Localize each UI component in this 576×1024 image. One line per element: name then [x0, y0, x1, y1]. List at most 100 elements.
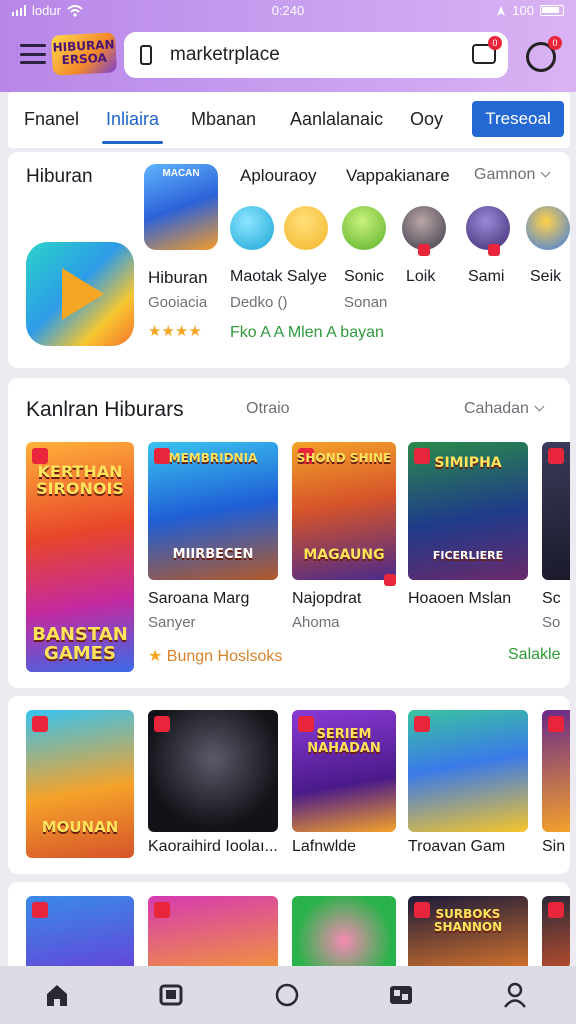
rating-link[interactable]: ★ Bungn Hoslsoks: [148, 646, 282, 666]
app-icon-partial[interactable]: [526, 206, 570, 250]
game-sub: Ahoma: [292, 614, 340, 631]
phone-icon: [140, 45, 152, 65]
tile-caption: MEMBRIDNIA: [168, 451, 258, 465]
app-sub: Gooiacia: [148, 294, 208, 311]
app-icon-monster[interactable]: [466, 206, 510, 250]
section-title: Hiburan: [26, 166, 93, 187]
rating-stars: ★★★★: [148, 323, 202, 340]
app-name[interactable]: Loik: [406, 268, 435, 286]
game-tile[interactable]: [148, 896, 278, 972]
game-tile[interactable]: [26, 896, 134, 972]
tile-caption: MIIRBECEN: [172, 547, 254, 562]
filter-dropdown[interactable]: Gamnon: [474, 166, 551, 184]
game-tile[interactable]: SURBOKS SHANNON: [408, 896, 528, 972]
featured-game-icon[interactable]: MACAN: [144, 164, 218, 250]
battery-percent: 100: [512, 3, 534, 18]
tile-badge: [548, 448, 564, 464]
profile-icon[interactable]: [502, 982, 528, 1008]
games-icon[interactable]: [388, 982, 414, 1008]
tab-1[interactable]: Fnanel: [24, 109, 79, 130]
heading-2: Aplouraoy: [240, 166, 317, 185]
more-link[interactable]: Salakle: [508, 646, 560, 664]
game-tile[interactable]: SERIEM NAHADAN: [292, 710, 396, 832]
search-input[interactable]: marketrplace: [170, 44, 280, 66]
tile-caption: BANSTAN GAMES: [32, 624, 128, 664]
tile-caption: FICERLIERE: [432, 549, 504, 562]
tile-caption: SHOND SHINE: [296, 451, 392, 465]
filter-dropdown[interactable]: Cahadan: [464, 400, 545, 418]
tile-badge: [548, 902, 564, 918]
circle-icon[interactable]: [274, 982, 300, 1008]
tab-3[interactable]: Mbanan: [191, 109, 256, 130]
location-icon: [497, 5, 506, 16]
game-name[interactable]: Hoaoen Mslan: [408, 590, 511, 608]
game-tile[interactable]: MOUNAN: [26, 710, 134, 858]
rating-label: Bungn Hoslsoks: [166, 648, 283, 665]
search-bar[interactable]: marketrplace 0: [124, 32, 508, 78]
game-tile[interactable]: KERTHAN SIRONOIS BANSTAN GAMES: [26, 442, 134, 672]
library-icon[interactable]: [158, 982, 184, 1008]
tile-badge: [32, 716, 48, 732]
game-tile[interactable]: [542, 896, 570, 972]
game-name[interactable]: Lafnwlde: [292, 838, 356, 856]
game-name[interactable]: Kaoraihird Ioolaı...: [148, 838, 278, 856]
game-name[interactable]: Troavan Gam: [408, 838, 505, 856]
game-tile[interactable]: SIMIPHA FICERLIERE: [408, 442, 528, 580]
section-games-row: MOUNAN Kaoraihird Ioolaı... SERIEM NAHAD…: [8, 696, 570, 874]
app-name[interactable]: Hiburan: [148, 268, 208, 288]
bottom-nav: [0, 966, 576, 1024]
game-tile[interactable]: SHOND SHINE MAGAUNG: [292, 442, 396, 580]
app-header: lodur 0:240 100 HIBURAN ERSOA marketrpla…: [0, 0, 576, 92]
game-sub: So: [542, 614, 561, 631]
category-tabs: Fnanel Inliaira Mbanan Aanlalanaic Ooy T…: [8, 92, 570, 148]
tab-action-button[interactable]: Treseoal: [472, 101, 564, 137]
tab-4[interactable]: Aanlalanaic: [290, 109, 383, 130]
app-name[interactable]: Seik: [530, 268, 561, 286]
status-time: 0:240: [271, 3, 305, 18]
promo-text[interactable]: Fko A A Mlen A bayan: [230, 324, 384, 342]
game-tile[interactable]: [542, 442, 570, 580]
game-name[interactable]: Sc: [542, 590, 561, 608]
tile-caption: MOUNAN: [41, 818, 119, 836]
game-tile[interactable]: [542, 710, 570, 832]
filter-label: Gamnon: [474, 166, 536, 183]
game-tile[interactable]: [148, 710, 278, 832]
tab-2[interactable]: Inliaira: [101, 109, 164, 144]
tile-caption: SIMIPHA: [434, 455, 502, 471]
app-sub: Dedko (): [230, 294, 288, 311]
tile-badge: [154, 902, 170, 918]
game-sub: Sanyer: [148, 614, 196, 631]
home-icon[interactable]: [44, 982, 70, 1008]
app-icon-drop[interactable]: [230, 206, 274, 250]
app-logo[interactable]: HIBURAN ERSOA: [50, 32, 118, 76]
chevron-down-icon: [540, 167, 551, 178]
heading-3: Vappakianare: [346, 166, 450, 185]
app-badge: [418, 244, 430, 256]
app-icon-tree[interactable]: [342, 206, 386, 250]
section-kanlran: Kanlran Hiburars Otraio Cahadan KERTHAN …: [8, 378, 570, 688]
tile-badge: [32, 902, 48, 918]
app-name[interactable]: Maotak Salye: [230, 268, 327, 286]
tab-5[interactable]: Ooy: [410, 109, 443, 130]
game-name[interactable]: Najopdrat: [292, 590, 361, 608]
game-name[interactable]: Saroana Marg: [148, 590, 249, 608]
app-icon-face[interactable]: [284, 206, 328, 250]
tile-caption: SURBOKS SHANNON: [433, 907, 503, 934]
inbox-badge: 0: [488, 36, 502, 50]
section-title: Kanlran Hiburars: [26, 398, 184, 421]
tile-badge: [154, 716, 170, 732]
menu-button[interactable]: [20, 44, 46, 64]
section-hiburan: Hiburan MACAN Aplouraoy Vappakianare Gam…: [8, 152, 570, 368]
app-name[interactable]: Sami: [468, 268, 504, 286]
featured-app-icon[interactable]: [26, 242, 134, 346]
section-subtitle: Otraio: [246, 400, 290, 417]
tile-badge: [548, 716, 564, 732]
app-name[interactable]: Sonic: [344, 268, 384, 286]
chevron-down-icon: [534, 401, 545, 412]
game-name[interactable]: Sin: [542, 838, 565, 856]
game-tile[interactable]: [408, 710, 528, 832]
tile-corner-badge: [384, 574, 396, 586]
game-tile[interactable]: [292, 896, 396, 972]
game-tile[interactable]: MEMBRIDNIA MIIRBECEN: [148, 442, 278, 580]
tile-caption: SERIEM NAHADAN: [307, 727, 381, 756]
